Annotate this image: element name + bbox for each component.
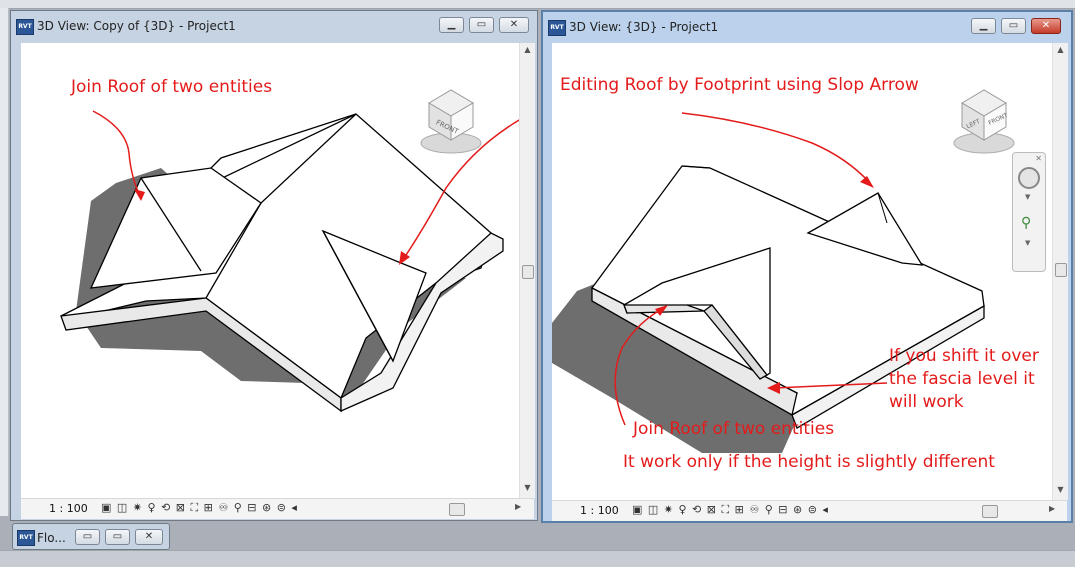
scroll-right-icon[interactable]: ▶ [1049,504,1055,513]
left-3d-canvas[interactable]: FRONT Join Roof of two entities [21,43,519,498]
right-vertical-scrollbar[interactable]: ▲ ▼ [1052,43,1068,500]
view-control-icons[interactable]: ▣ ◫ ✷ ♀ ⟲ ⊠ ⛶ ⊞ ♾ ⚲ ⊟ ⊛ ⊜ ◂ [632,503,829,517]
left-panel-edge [0,8,9,516]
close-button[interactable]: ✕ [1031,18,1061,34]
zoom-icon[interactable]: ⚲ [1021,215,1031,231]
bottom-status-strip [0,550,1075,567]
left-vertical-scrollbar[interactable]: ▲ ▼ [519,43,535,498]
scroll-up-icon[interactable]: ▲ [1053,45,1068,54]
scroll-right-icon[interactable]: ▶ [515,502,521,511]
scroll-up-icon[interactable]: ▲ [520,45,535,54]
view-control-icons[interactable]: ▣ ◫ ✷ ♀ ⟲ ⊠ ⛶ ⊞ ♾ ⚲ ⊟ ⊛ ⊜ ◂ [101,501,298,515]
restore-button[interactable]: ▭ [1001,18,1026,34]
annotation-shift-line2: the fascia level it [889,369,1035,389]
window-title: 3D View: {3D} - Project1 [569,20,719,34]
restore-button[interactable]: ▭ [75,529,100,545]
annotation-shift-line3: will work [889,392,964,412]
annotation-join-roof-right: Join Roof of two entities [633,419,835,439]
vertical-scroll-thumb[interactable] [522,265,534,279]
maximize-button[interactable]: ▭ [105,529,130,545]
left-3d-view-window: RVT 3D View: Copy of {3D} - Project1 ▁ ▭… [10,10,538,521]
nav-dropdown-icon[interactable]: ▼ [1025,193,1030,201]
right-window-titlebar[interactable]: RVT 3D View: {3D} - Project1 ▁ ▭ ✕ [543,12,1071,40]
left-window-titlebar[interactable]: RVT 3D View: Copy of {3D} - Project1 ▁ ▭… [11,11,537,39]
right-3d-canvas[interactable]: LEFT FRONT Editing Roof by Footprint usi… [552,43,1052,500]
right-view-control-bar: 1 : 100 ▣ ◫ ✷ ♀ ⟲ ⊠ ⛶ ⊞ ♾ ⚲ ⊟ ⊛ ⊜ ◂ ▶ [552,500,1067,521]
annotation-shift-line1: If you shift it over [889,346,1039,366]
viewcube: LEFT FRONT [953,89,1015,154]
right-3d-view-window: RVT 3D View: {3D} - Project1 ▁ ▭ ✕ LEFT … [541,10,1073,523]
close-button[interactable]: ✕ [499,17,529,33]
revit-app-icon: RVT [17,530,35,546]
minimized-window-title: Flo... [37,531,66,545]
viewcube: FRONT [420,89,482,154]
scroll-down-icon[interactable]: ▼ [520,483,535,492]
minimize-button[interactable]: ▁ [439,17,464,33]
revit-app-icon: RVT [16,19,34,35]
roof-model-drawing: FRONT [60,89,519,413]
scale-readout[interactable]: 1 : 100 [580,504,619,517]
navigation-bar: ✕ ▼ ⚲ ▼ [1012,152,1046,272]
scale-readout[interactable]: 1 : 100 [49,502,88,515]
restore-button[interactable]: ▭ [469,17,494,33]
horizontal-scroll-thumb[interactable] [982,505,998,518]
revit-app-icon: RVT [548,20,566,36]
zoom-dropdown-icon[interactable]: ▼ [1025,239,1030,247]
window-title: 3D View: Copy of {3D} - Project1 [37,19,236,33]
annotation-editing-roof: Editing Roof by Footprint using Slop Arr… [560,75,919,95]
left-view-control-bar: 1 : 100 ▣ ◫ ✷ ♀ ⟲ ⊠ ⛶ ⊞ ♾ ⚲ ⊟ ⊛ ⊜ ◂ ▶ [21,498,534,519]
scroll-down-icon[interactable]: ▼ [1053,485,1068,494]
vertical-scroll-thumb[interactable] [1055,263,1067,277]
horizontal-scroll-thumb[interactable] [449,503,465,516]
top-toolbar-strip [0,0,1075,9]
steering-wheel-icon[interactable] [1018,167,1040,189]
minimize-button[interactable]: ▁ [971,18,996,34]
annotation-join-roof-left: Join Roof of two entities [71,77,273,97]
minimized-floor-plan-window[interactable]: RVT Flo... ▭ ▭ ✕ [12,523,170,550]
close-button[interactable]: ✕ [135,529,163,545]
annotation-height-note: It work only if the height is slightly d… [623,452,995,472]
close-nav-icon[interactable]: ✕ [1035,154,1042,163]
